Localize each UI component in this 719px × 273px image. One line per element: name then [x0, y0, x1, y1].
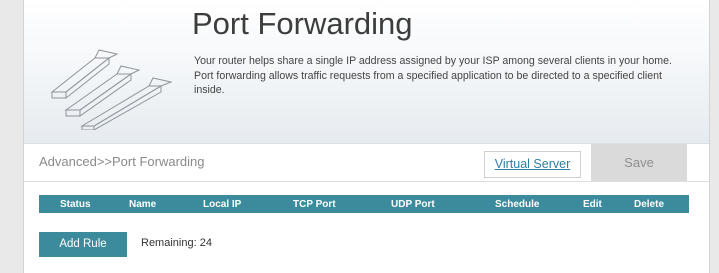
- add-rule-button[interactable]: Add Rule: [39, 232, 127, 257]
- column-status: Status: [60, 199, 91, 210]
- page-title: Port Forwarding: [192, 6, 413, 41]
- column-name: Name: [129, 199, 157, 210]
- port-forwarding-arrows-icon: [50, 49, 173, 130]
- breadcrumb-bar: Advanced>>Port Forwarding Virtual Server…: [24, 143, 709, 182]
- column-tcp-port: TCP Port: [293, 199, 336, 210]
- virtual-server-link[interactable]: Virtual Server: [484, 151, 581, 178]
- column-local-ip: Local IP: [203, 199, 242, 210]
- page-description: Your router helps share a single IP addr…: [194, 55, 672, 97]
- remaining-count: Remaining: 24: [141, 237, 212, 249]
- table-header: Status Name Local IP TCP Port UDP Port S…: [39, 195, 689, 213]
- page-header: Port Forwarding Your router helps share …: [24, 0, 709, 143]
- column-delete: Delete: [634, 199, 665, 210]
- column-schedule: Schedule: [495, 199, 540, 210]
- save-button[interactable]: Save: [591, 144, 687, 181]
- port-forwarding-panel: Port Forwarding Your router helps share …: [23, 0, 710, 273]
- breadcrumb: Advanced>>Port Forwarding: [39, 154, 205, 169]
- column-udp-port: UDP Port: [391, 199, 435, 210]
- column-edit: Edit: [583, 199, 602, 210]
